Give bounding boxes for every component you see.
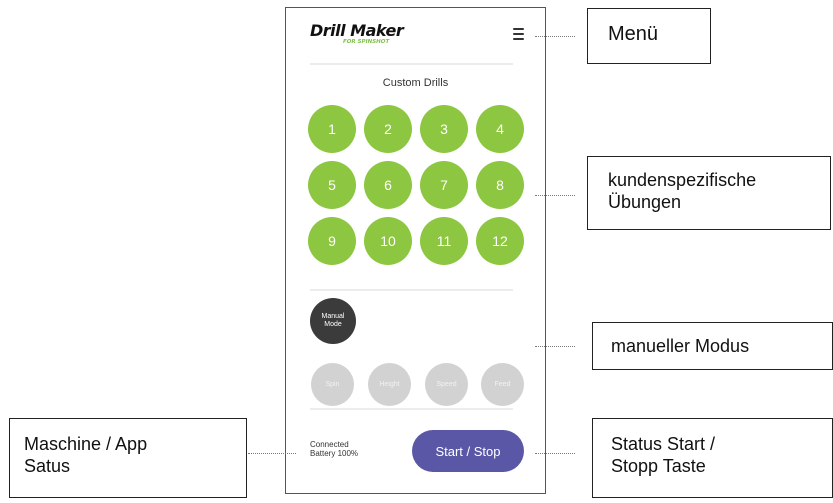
manual-divider	[310, 408, 513, 410]
section-title: Custom Drills	[382, 77, 449, 89]
drill-button-4[interactable]: 4	[476, 105, 524, 153]
drill-button-9[interactable]: 9	[308, 217, 356, 265]
callout-machine-status: Maschine / App Satus	[9, 418, 247, 498]
callout-start-stop-line1: Status Start /	[611, 434, 716, 454]
manual-mode-button[interactable]: Manual Mode	[310, 298, 356, 344]
manual-mode-label-line2: Mode	[324, 321, 342, 328]
spin-button[interactable]: Spin	[311, 363, 354, 406]
callout-machine-status-line2: Satus	[24, 456, 71, 476]
callout-manual-mode-text: manueller Modus	[611, 336, 750, 356]
leader-line-start-stop	[535, 453, 575, 454]
drill-button-3[interactable]: 3	[420, 105, 468, 153]
height-button[interactable]: Height	[368, 363, 411, 406]
callout-start-stop-line2: Stopp Taste	[611, 456, 706, 476]
battery-status-text: Battery 100%	[310, 449, 359, 458]
drill-button-5[interactable]: 5	[308, 161, 356, 209]
connection-status: Connected Battery 100%	[310, 440, 358, 458]
drill-button-11[interactable]: 11	[420, 217, 468, 265]
callout-custom-exercises-line2: Übungen	[608, 192, 682, 212]
callout-custom-exercises: kundenspezifische Übungen	[587, 156, 831, 230]
phone-screen: Drill Maker FOR SPINSHOT Custom Drills 1…	[285, 7, 546, 494]
speed-button[interactable]: Speed	[425, 363, 468, 406]
drill-button-12[interactable]: 12	[476, 217, 524, 265]
start-stop-button[interactable]: Start / Stop	[412, 430, 524, 472]
brand-name: Drill Maker	[310, 21, 404, 40]
leader-line-manual-mode	[535, 346, 575, 347]
leader-line-menu	[535, 36, 575, 37]
leader-line-custom-exercises	[535, 195, 575, 196]
header-divider	[310, 63, 513, 65]
hamburger-menu-icon[interactable]	[513, 28, 524, 43]
brand-subtitle: FOR SPINSHOT	[343, 39, 390, 45]
drill-button-10[interactable]: 10	[364, 217, 412, 265]
drill-button-2[interactable]: 2	[364, 105, 412, 153]
leader-line-status	[248, 453, 296, 454]
drill-button-6[interactable]: 6	[364, 161, 412, 209]
feed-button[interactable]: Feed	[481, 363, 524, 406]
drill-button-1[interactable]: 1	[308, 105, 356, 153]
drill-button-8[interactable]: 8	[476, 161, 524, 209]
drills-divider	[310, 289, 513, 291]
manual-mode-label-line1: Manual	[321, 313, 345, 320]
callout-manual-mode: manueller Modus	[592, 322, 833, 370]
connection-status-text: Connected	[310, 440, 349, 449]
callout-custom-exercises-line1: kundenspezifische	[608, 170, 757, 190]
callout-menu-text: Menü	[608, 23, 659, 45]
callout-menu: Menü	[587, 8, 711, 64]
brand-logo: Drill Maker FOR SPINSHOT	[310, 21, 404, 46]
drill-button-7[interactable]: 7	[420, 161, 468, 209]
callout-machine-status-line1: Maschine / App	[24, 434, 148, 454]
callout-start-stop: Status Start / Stopp Taste	[592, 418, 833, 498]
